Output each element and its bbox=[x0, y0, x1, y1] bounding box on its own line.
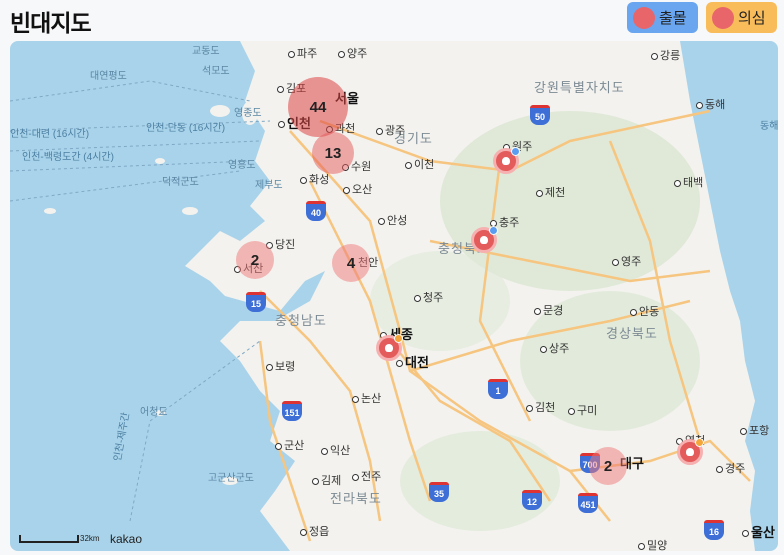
suspected-filter-button[interactable]: 의심 bbox=[706, 2, 777, 33]
island-label: 덕적군도 bbox=[162, 177, 199, 188]
city-label: 동해 bbox=[696, 99, 725, 111]
route-shield: 50 bbox=[530, 105, 550, 125]
city-label: 전주 bbox=[352, 471, 381, 483]
city-label: 안동 bbox=[630, 306, 659, 318]
map-attribution: kakao bbox=[110, 532, 143, 546]
city-label: 광주 bbox=[376, 125, 405, 137]
city-label: 대전 bbox=[396, 356, 429, 369]
city-label: 제천 bbox=[536, 187, 565, 199]
route-shield: 151 bbox=[282, 401, 302, 421]
city-label: 태백 bbox=[674, 177, 703, 189]
island-label: 고군산군도 bbox=[208, 473, 254, 484]
route-shield: 15 bbox=[246, 292, 266, 312]
city-label: 논산 bbox=[352, 393, 381, 405]
cluster-marker[interactable]: 13 bbox=[312, 132, 354, 174]
bedbug-marker[interactable] bbox=[471, 226, 498, 253]
region-label: 충청남도 bbox=[275, 313, 327, 328]
region-label: 경상북도 bbox=[606, 326, 658, 341]
cluster-marker[interactable]: 4 bbox=[332, 244, 370, 282]
city-label: 파주 bbox=[288, 48, 317, 60]
city-label: 양주 bbox=[338, 48, 367, 60]
ferry-route-label: 인천-대련 (16시간) bbox=[10, 129, 90, 140]
cluster-marker[interactable]: 44 bbox=[288, 77, 348, 137]
city-label: 포항 bbox=[740, 425, 769, 437]
city-label: 문경 bbox=[534, 305, 563, 317]
suspected-filter-label: 의심 bbox=[738, 10, 766, 27]
island-label: 영종도 bbox=[234, 108, 262, 119]
header: 빈대지도 출몰 의심 bbox=[0, 0, 784, 40]
city-label: 김제 bbox=[312, 475, 341, 487]
city-label: 강릉 bbox=[651, 50, 680, 62]
city-label: 보령 bbox=[266, 361, 295, 373]
bedbug-marker[interactable] bbox=[493, 147, 520, 174]
ferry-route-label: 인천-단동 (16시간) bbox=[146, 123, 226, 134]
city-label: 청주 bbox=[414, 292, 443, 304]
scale-label: 32km bbox=[80, 534, 100, 543]
island-label: 제부도 bbox=[255, 180, 283, 191]
bedbug-question-icon bbox=[712, 6, 734, 29]
city-label: 이천 bbox=[405, 159, 434, 171]
city-label: 정읍 bbox=[300, 526, 329, 538]
map-base bbox=[10, 41, 778, 551]
bedbug-icon bbox=[633, 6, 655, 29]
route-shield: 35 bbox=[429, 482, 449, 502]
island-label: 대연평도 bbox=[90, 71, 127, 82]
map-view[interactable]: 50 40 15 1 151 35 12 700 451 16 강원특별자치도 … bbox=[10, 41, 778, 551]
route-shield: 1 bbox=[488, 379, 508, 399]
island-label: 교동도 bbox=[192, 46, 220, 57]
city-label: 밀양 bbox=[638, 540, 667, 551]
island-label: 어청도 bbox=[140, 407, 168, 418]
ferry-route-label: 동해 bbox=[760, 121, 778, 132]
route-shield: 16 bbox=[704, 520, 724, 540]
city-label: 경주 bbox=[716, 463, 745, 475]
city-label: 김천 bbox=[526, 402, 555, 414]
city-label: 오산 bbox=[343, 184, 372, 196]
city-label: 익산 bbox=[321, 445, 350, 457]
route-shield: 40 bbox=[306, 201, 326, 221]
city-label: 영주 bbox=[612, 256, 641, 268]
cluster-marker[interactable]: 2 bbox=[589, 447, 627, 485]
cluster-marker[interactable]: 2 bbox=[236, 241, 274, 279]
island-label: 영흥도 bbox=[228, 160, 256, 171]
bedbug-marker[interactable] bbox=[677, 438, 704, 465]
region-label: 강원특별자치도 bbox=[534, 80, 625, 95]
city-label: 구미 bbox=[568, 405, 597, 417]
scale-bar bbox=[19, 535, 79, 543]
city-label: 상주 bbox=[540, 343, 569, 355]
city-label: 안성 bbox=[378, 215, 407, 227]
page-title: 빈대지도 bbox=[10, 10, 92, 36]
island-label: 석모도 bbox=[202, 66, 230, 77]
city-label: 울산 bbox=[742, 526, 775, 539]
ferry-route-label: 인천-백령도간 (4시간) bbox=[22, 152, 114, 163]
city-label: 군산 bbox=[275, 440, 304, 452]
bedbug-marker[interactable] bbox=[376, 334, 403, 361]
route-shield: 451 bbox=[578, 493, 598, 513]
route-shield: 12 bbox=[522, 490, 542, 510]
region-label: 전라북도 bbox=[330, 491, 382, 506]
outbreak-filter-button[interactable]: 출몰 bbox=[627, 2, 698, 33]
city-label: 화성 bbox=[300, 174, 329, 186]
outbreak-filter-label: 출몰 bbox=[659, 10, 687, 27]
